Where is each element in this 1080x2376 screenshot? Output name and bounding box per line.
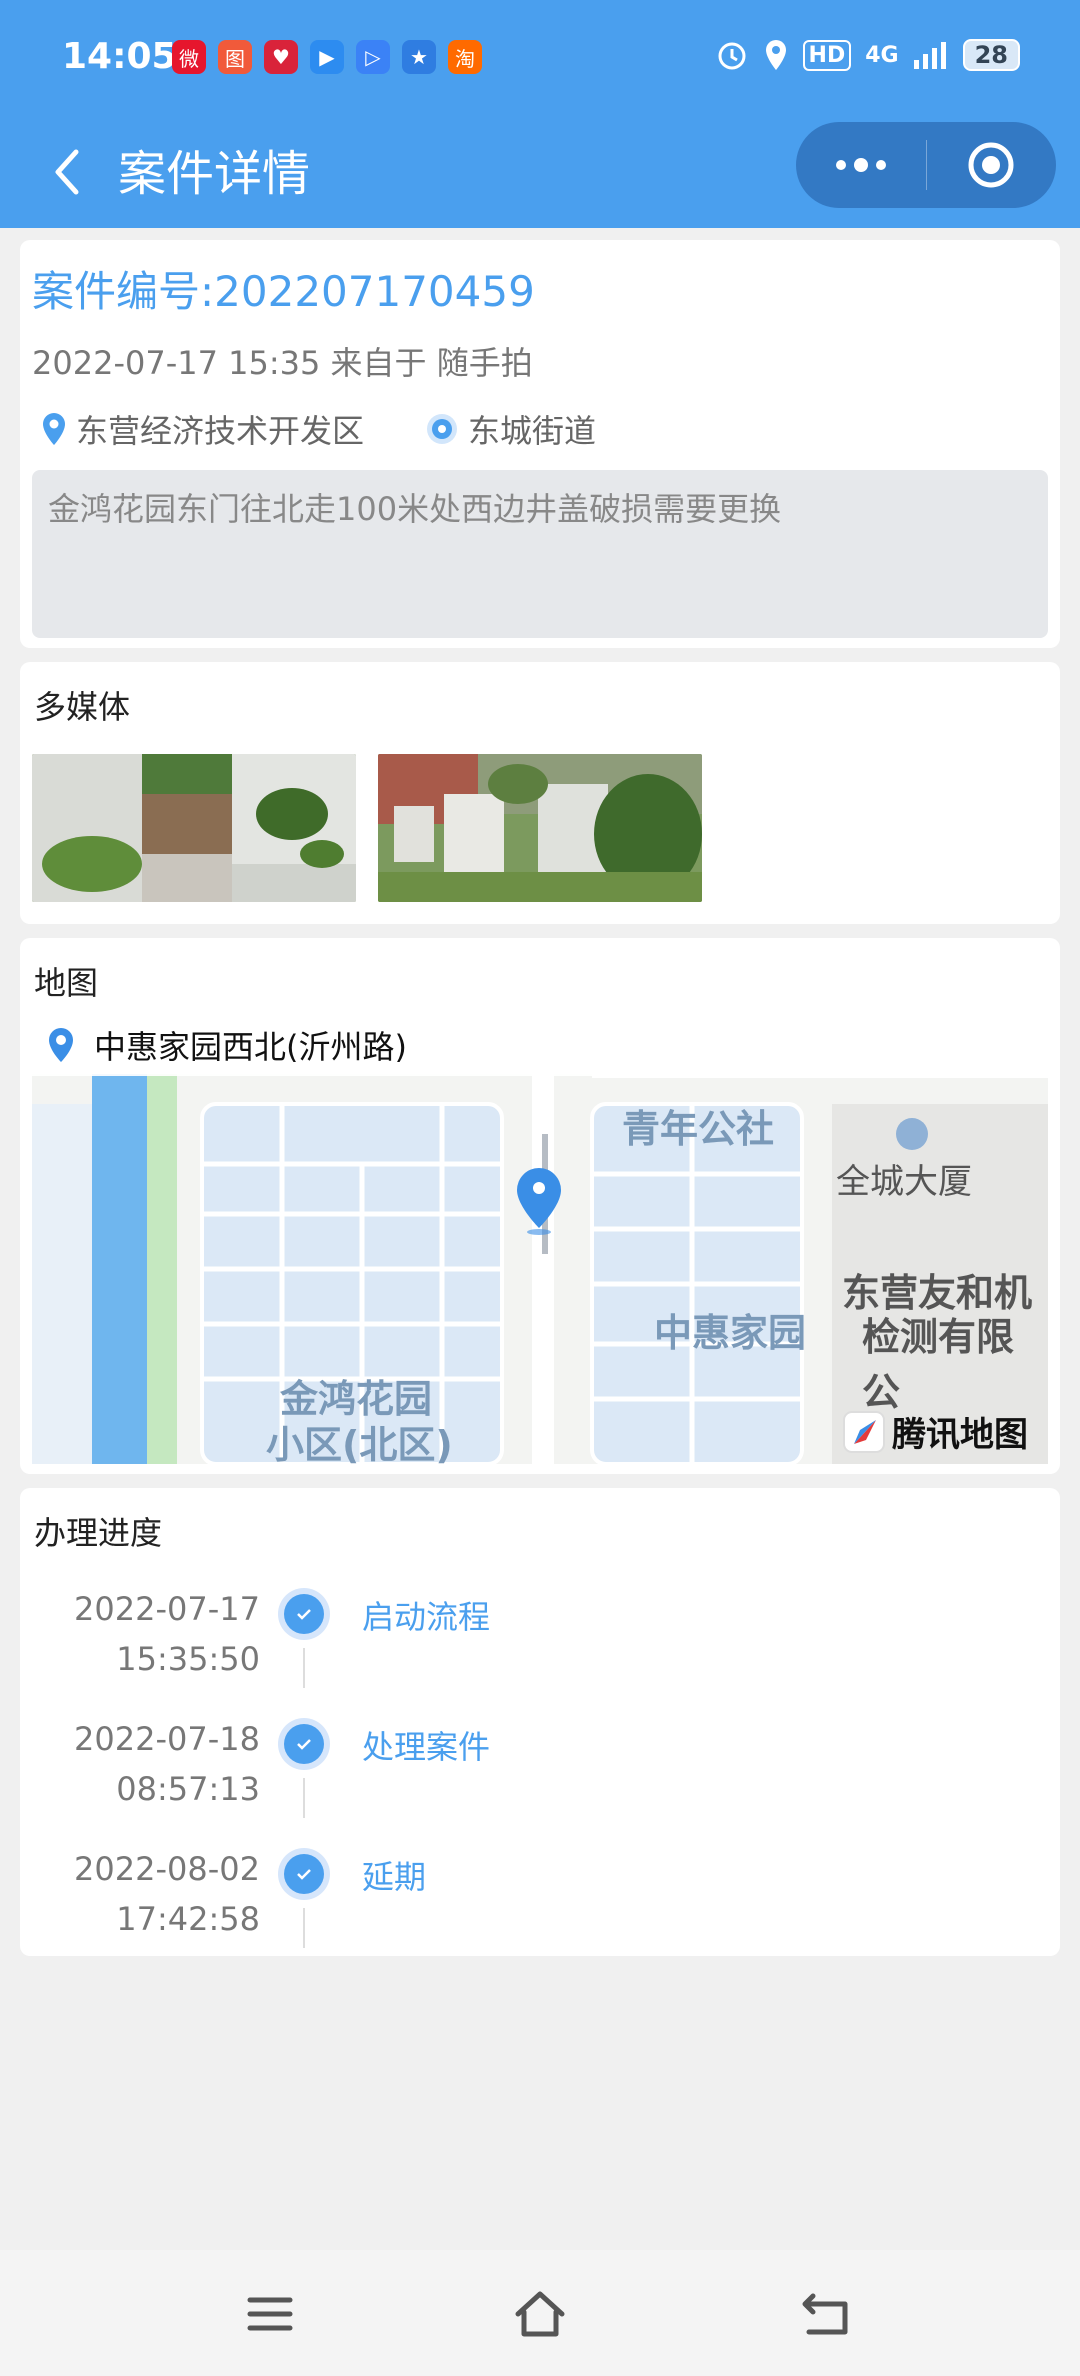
miniprogram-capsule (796, 122, 1056, 208)
media-photo-2[interactable] (378, 754, 702, 902)
step-date: 2022-07-18 (74, 1720, 260, 1758)
status-bar: 14:05 微图 ♥ ▶ ▷ ★ 淘 HD 4G 28 (0, 0, 1080, 116)
location-row: 东营经济技术开发区 东城街道 (40, 406, 656, 452)
step-check-icon (278, 1848, 330, 1900)
street-label: 东城街道 (468, 412, 597, 450)
step-date: 2022-08-02 (74, 1850, 260, 1888)
home-icon[interactable] (510, 2284, 570, 2344)
alarm-icon (718, 42, 746, 70)
photo-2-image (378, 754, 702, 902)
status-time: 14:05 (62, 36, 177, 77)
map-card: 地图 中惠家园西北(沂州路) 青年公社 全城大厦 中惠家园 金鸿花园 小区(北区… (20, 938, 1060, 1474)
street-item: 东城街道 (424, 406, 596, 452)
video-app-icon: ▶ (310, 40, 344, 74)
signal-icon (913, 42, 946, 69)
step-name: 处理案件 (362, 1728, 491, 1766)
more-button[interactable] (796, 122, 926, 208)
step-check-icon (278, 1718, 330, 1770)
map-provider-badge: 腾讯地图 (842, 1407, 1028, 1456)
progress-step: 2022-07-17 15:35:50 启动流程 (20, 1584, 1060, 1714)
case-meta: 2022-07-17 15:35 来自于 随手拍 (32, 344, 533, 382)
map-label-zhonghui: 中惠家园 (654, 1311, 807, 1355)
map-label-quancheng: 全城大厦 (836, 1162, 972, 1202)
map-view[interactable]: 中惠家园西北(沂州路) 青年公社 全城大厦 中惠家园 金鸿花园 小区(北区) 东… (32, 1014, 1048, 1464)
media-photo-1[interactable] (32, 754, 356, 902)
step-datetime: 2022-07-18 08:57:13 (74, 1714, 260, 1814)
back-arrow-icon[interactable] (40, 138, 96, 206)
map-label-youhe-2: 检测有限公 (862, 1315, 1015, 1414)
nav-bar: 案件详情 (0, 116, 1080, 228)
step-time: 08:57:13 (116, 1770, 260, 1808)
battery-indicator: 28 (962, 39, 1020, 71)
back-nav-icon[interactable] (795, 2284, 855, 2344)
location-icon (765, 40, 786, 70)
progress-step: 2022-08-02 17:42:58 延期 (20, 1844, 1060, 1974)
notification-icons: 微图 ♥ ▶ ▷ ★ 淘 (172, 40, 482, 74)
case-description: 金鸿花园东门往北走100米处西边井盖破损需要更换 (32, 470, 1048, 638)
step-name: 启动流程 (362, 1598, 491, 1636)
progress-title: 办理进度 (34, 1514, 163, 1552)
hd-badge: HD (802, 39, 852, 71)
system-nav-bar (0, 2250, 1080, 2376)
tencent-map-logo-icon (843, 1410, 885, 1453)
map-title: 地图 (34, 964, 99, 1002)
weibo-icon: 微 (172, 40, 206, 74)
network-label: 4G (865, 42, 899, 68)
target-circle-icon (968, 142, 1014, 188)
star-app-icon: ★ (402, 40, 436, 74)
map-app-icon: 图 (218, 40, 252, 74)
step-connector (303, 1778, 305, 1818)
step-check-icon (278, 1588, 330, 1640)
step-time: 17:42:58 (116, 1900, 260, 1938)
media-card: 多媒体 (20, 662, 1060, 924)
map-marker-icon (517, 1168, 561, 1235)
header: 14:05 微图 ♥ ▶ ▷ ★ 淘 HD 4G 28 案件详情 (0, 0, 1080, 228)
map-label-jinhong-2: 小区(北区) (266, 1423, 453, 1464)
step-connector (303, 1908, 305, 1948)
step-connector (303, 1648, 305, 1688)
map-pin-icon (43, 413, 65, 445)
taobao-icon: 淘 (448, 40, 482, 74)
step-time: 15:35:50 (116, 1640, 260, 1678)
step-name: 延期 (362, 1858, 427, 1896)
map-label-qingnian: 青年公社 (622, 1107, 775, 1151)
case-number: 案件编号:202207170459 (32, 267, 535, 316)
map-address-bar: 中惠家园西北(沂州路) (32, 1014, 1048, 1076)
media-title: 多媒体 (34, 688, 131, 726)
play-app-icon: ▷ (356, 40, 390, 74)
step-datetime: 2022-07-17 15:35:50 (74, 1584, 260, 1684)
more-dots-icon (835, 158, 886, 172)
progress-card: 办理进度 2022-07-17 15:35:50 启动流程 2022-07-18… (20, 1488, 1060, 1956)
map-pin-icon (49, 1028, 73, 1062)
map-provider-label: 腾讯地图 (892, 1415, 1028, 1455)
district-label: 东营经济技术开发区 (76, 412, 365, 450)
district-item: 东营经济技术开发区 (40, 406, 364, 452)
map-address: 中惠家园西北(沂州路) (94, 1028, 407, 1066)
page-title: 案件详情 (118, 146, 311, 202)
case-info-card: 案件编号:202207170459 2022-07-17 15:35 来自于 随… (20, 240, 1060, 648)
menu-icon[interactable] (240, 2284, 300, 2344)
close-miniprogram-button[interactable] (927, 122, 1057, 208)
step-datetime: 2022-08-02 17:42:58 (74, 1844, 260, 1944)
target-location-icon (427, 414, 458, 444)
photo-1-image (32, 754, 356, 902)
step-date: 2022-07-17 (74, 1590, 260, 1628)
progress-step: 2022-07-18 08:57:13 处理案件 (20, 1714, 1060, 1844)
status-right: HD 4G 28 (715, 38, 1020, 72)
heart-app-icon: ♥ (264, 40, 298, 74)
